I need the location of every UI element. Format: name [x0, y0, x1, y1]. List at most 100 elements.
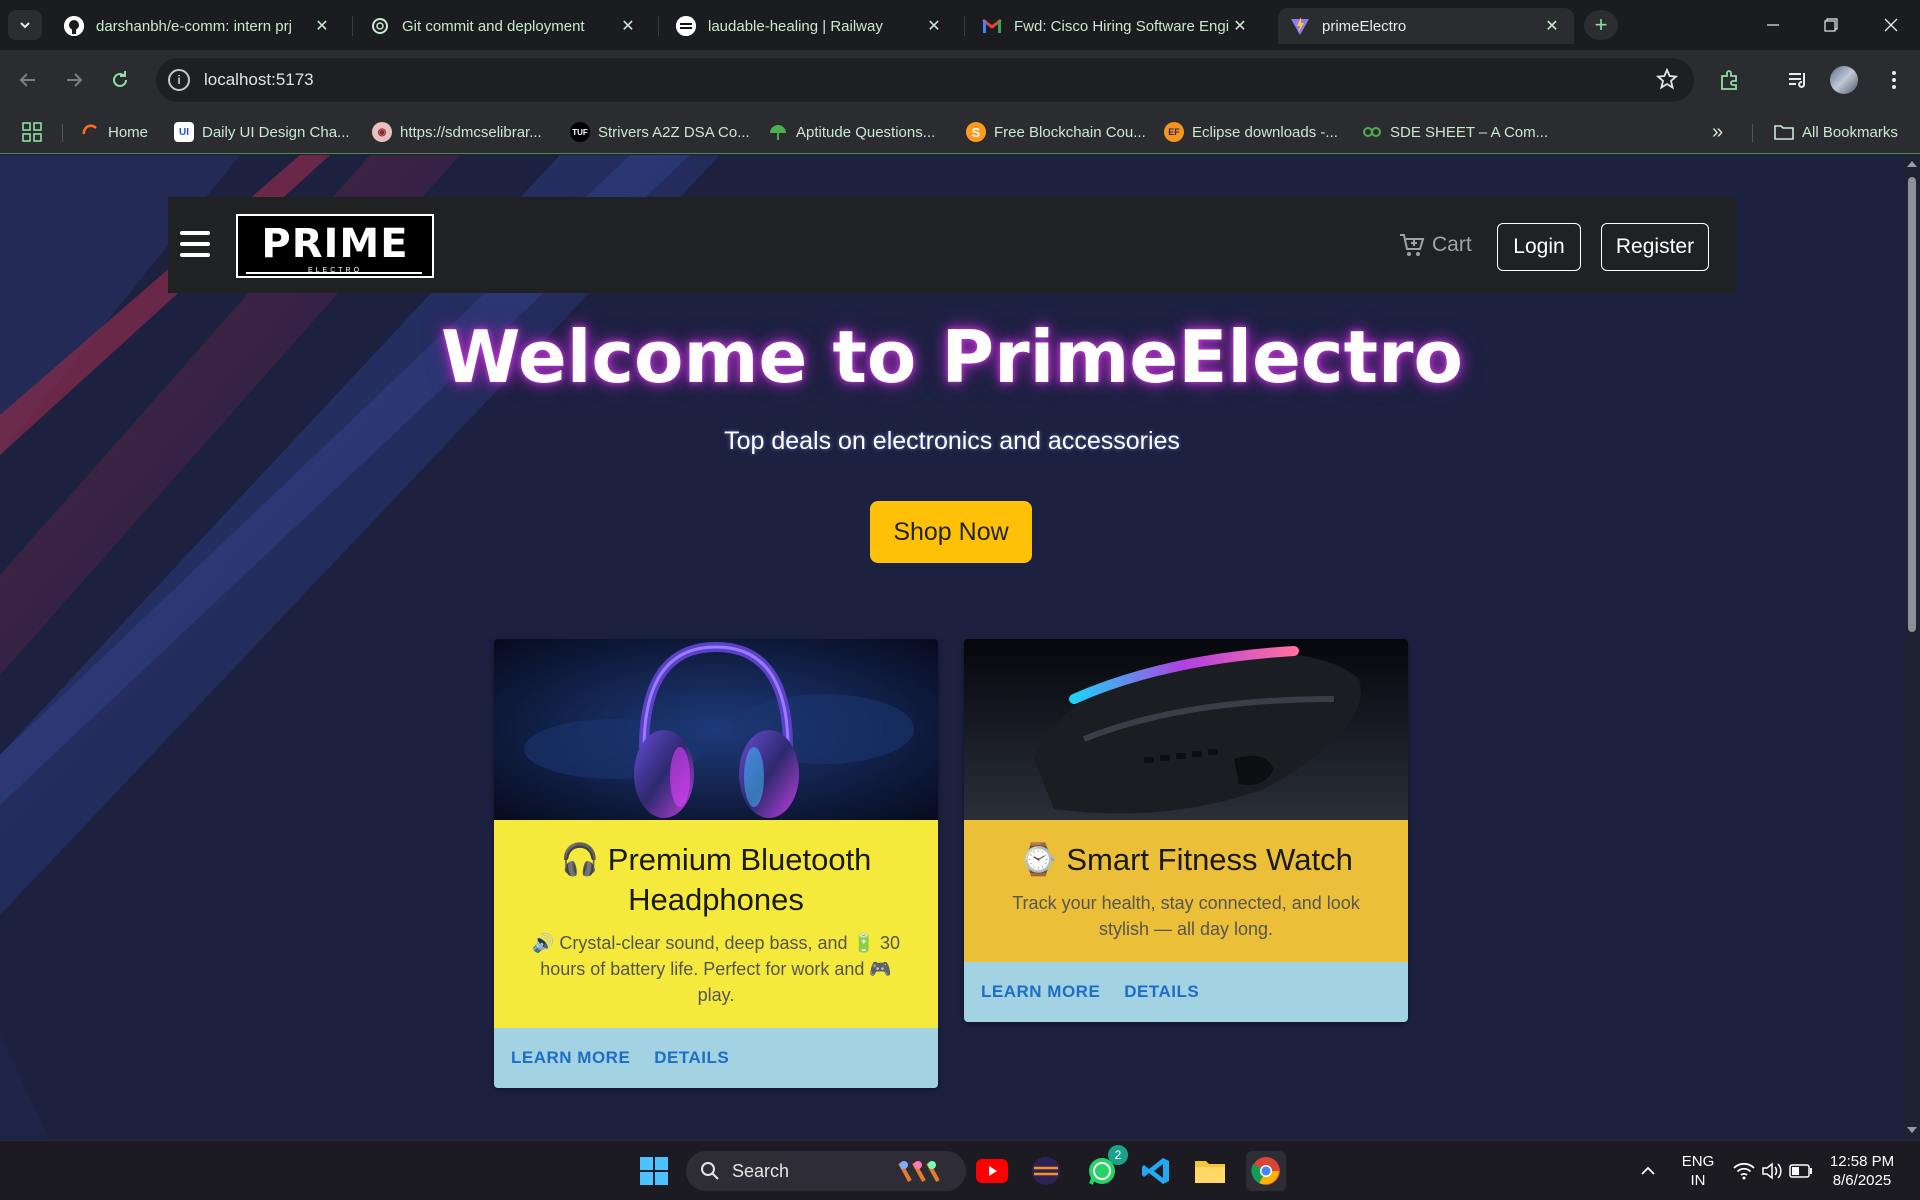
bookmark-home[interactable]: Home — [80, 120, 148, 144]
bookmark-daily-ui[interactable]: UI Daily UI Design Cha... — [174, 120, 350, 144]
library-bookmark-icon: ◉ — [372, 122, 392, 142]
card-description: 🔊 Crystal-clear sound, deep bass, and 🔋 … — [531, 933, 900, 1005]
details-button[interactable]: DETAILS — [654, 1048, 729, 1068]
railway-icon — [676, 16, 696, 36]
scroll-down-arrow-icon[interactable] — [1907, 1127, 1917, 1133]
address-url[interactable]: localhost:5173 — [204, 70, 314, 90]
bookmark-label: Aptitude Questions... — [796, 123, 936, 141]
bookmark-star-icon[interactable] — [1655, 67, 1679, 95]
tab-search-button[interactable] — [8, 10, 42, 40]
scroll-up-arrow-icon[interactable] — [1907, 161, 1917, 167]
taskbar-youtube[interactable] — [972, 1151, 1012, 1191]
page-viewport: PRIME ELECTRO Cart Login Register Welcom… — [0, 155, 1904, 1140]
card-body: ⌚ Smart Fitness Watch Track your health,… — [964, 820, 1408, 962]
register-button[interactable]: Register — [1601, 223, 1709, 271]
close-icon[interactable]: ✕ — [924, 16, 944, 36]
tab-title: Fwd: Cisco Hiring Software Engi — [1014, 17, 1230, 35]
bookmark-eclipse[interactable]: EF Eclipse downloads -... — [1164, 120, 1338, 144]
close-icon[interactable]: ✕ — [618, 16, 638, 36]
arrow-left-icon — [19, 73, 35, 87]
login-button[interactable]: Login — [1497, 223, 1581, 271]
browser-tab-gmail[interactable]: Fwd: Cisco Hiring Software Engi ✕ — [970, 8, 1262, 44]
browser-tab-chatgpt[interactable]: Git commit and deployment ✕ — [358, 8, 650, 44]
learn-more-button[interactable]: LEARN MORE — [511, 1048, 630, 1068]
battery-status[interactable] — [1786, 1151, 1816, 1191]
minimize-icon — [1767, 24, 1779, 26]
apps-button[interactable] — [22, 120, 42, 144]
address-bar[interactable]: i localhost:5173 — [156, 58, 1694, 102]
folder-icon — [1195, 1161, 1225, 1183]
hamburger-menu-icon[interactable] — [180, 231, 210, 257]
bookmarks-divider — [62, 124, 63, 142]
profile-button[interactable] — [1828, 64, 1860, 96]
tab-title: laudable-healing | Railway — [708, 17, 883, 35]
search-highlight-icon — [898, 1161, 940, 1182]
taskbar-file-explorer[interactable] — [1190, 1151, 1230, 1191]
forward-button[interactable] — [58, 64, 90, 96]
start-button[interactable] — [634, 1151, 674, 1191]
bookmarks-overflow-button[interactable]: » — [1712, 120, 1723, 144]
chevron-up-icon — [1641, 1166, 1655, 1175]
restore-icon — [1824, 18, 1838, 32]
clock[interactable]: 12:58 PM 8/6/2025 — [1822, 1152, 1902, 1190]
taskbar-search[interactable]: Search — [686, 1151, 966, 1191]
details-button[interactable]: DETAILS — [1124, 982, 1199, 1002]
tab-separator — [352, 16, 353, 36]
eclipse-bookmark-icon: EF — [1164, 122, 1184, 142]
bookmark-strivers[interactable]: TUF Strivers A2Z DSA Co... — [570, 120, 750, 144]
scrollbar-thumb[interactable] — [1908, 177, 1916, 632]
browser-menu-button[interactable] — [1878, 64, 1910, 96]
github-icon — [64, 16, 84, 36]
taskbar-eclipse[interactable] — [1026, 1151, 1066, 1191]
close-icon[interactable]: ✕ — [312, 16, 332, 36]
bookmark-blockchain[interactable]: S Free Blockchain Cou... — [966, 120, 1146, 144]
show-hidden-icons-button[interactable] — [1628, 1151, 1668, 1191]
page-scrollbar[interactable] — [1904, 155, 1920, 1140]
shop-now-button[interactable]: Shop Now — [870, 501, 1032, 563]
headphones-image — [494, 639, 938, 820]
back-button[interactable] — [12, 64, 44, 96]
bookmark-sde-sheet[interactable]: SDE SHEET – A Com... — [1362, 120, 1548, 144]
learn-more-button[interactable]: LEARN MORE — [981, 982, 1100, 1002]
browser-toolbar: i localhost:5173 — [0, 50, 1920, 110]
extensions-button[interactable] — [1714, 64, 1746, 96]
cart-label: Cart — [1432, 233, 1472, 256]
reload-button[interactable] — [104, 64, 136, 96]
region-code: IN — [1690, 1172, 1706, 1189]
app-navbar: PRIME ELECTRO Cart Login Register — [168, 197, 1736, 293]
avatar — [1830, 66, 1858, 94]
browser-tab-primeelectro[interactable]: primeElectro ✕ — [1278, 8, 1574, 44]
bookmark-label: Free Blockchain Cou... — [994, 123, 1146, 141]
home-bookmark-icon — [80, 122, 100, 142]
close-icon[interactable]: ✕ — [1230, 16, 1250, 36]
new-tab-button[interactable]: + — [1584, 10, 1618, 40]
reload-icon — [113, 71, 127, 87]
bookmark-aptitude[interactable]: Aptitude Questions... — [768, 120, 935, 144]
bookmark-sdmc-library[interactable]: ◉ https://sdmcselibrar... — [372, 120, 542, 144]
restore-button[interactable] — [1802, 0, 1860, 50]
site-info-icon[interactable]: i — [168, 69, 190, 91]
taskbar-vscode[interactable] — [1136, 1151, 1176, 1191]
prime-electro-logo[interactable]: PRIME ELECTRO — [236, 214, 434, 278]
minimize-button[interactable] — [1744, 0, 1802, 50]
bookmark-label: Strivers A2Z DSA Co... — [598, 123, 750, 141]
browser-tab-railway[interactable]: laudable-healing | Railway ✕ — [664, 8, 956, 44]
close-window-button[interactable] — [1862, 0, 1920, 50]
volume-status[interactable] — [1758, 1151, 1786, 1191]
wifi-status[interactable] — [1730, 1151, 1758, 1191]
browser-tab-github[interactable]: darshanbh/e-comm: intern prj ✕ — [52, 8, 344, 44]
gmail-icon — [982, 16, 1002, 36]
card-description: Track your health, stay connected, and l… — [1012, 893, 1360, 939]
media-controls-button[interactable] — [1782, 64, 1814, 96]
tuf-bookmark-icon: TUF — [570, 122, 590, 142]
close-icon[interactable]: ✕ — [1542, 16, 1562, 36]
taskbar-whatsapp[interactable]: 2 — [1082, 1145, 1128, 1191]
all-bookmarks-button[interactable]: All Bookmarks — [1774, 120, 1898, 144]
cart-link[interactable]: Cart — [1398, 229, 1472, 261]
chevron-down-icon — [20, 22, 30, 29]
taskbar-chrome[interactable] — [1246, 1151, 1286, 1191]
language-indicator[interactable]: ENG IN — [1676, 1152, 1720, 1190]
tab-title: Git commit and deployment — [402, 17, 585, 35]
battery-icon — [1789, 1164, 1812, 1178]
bookmark-label: Eclipse downloads -... — [1192, 123, 1338, 141]
